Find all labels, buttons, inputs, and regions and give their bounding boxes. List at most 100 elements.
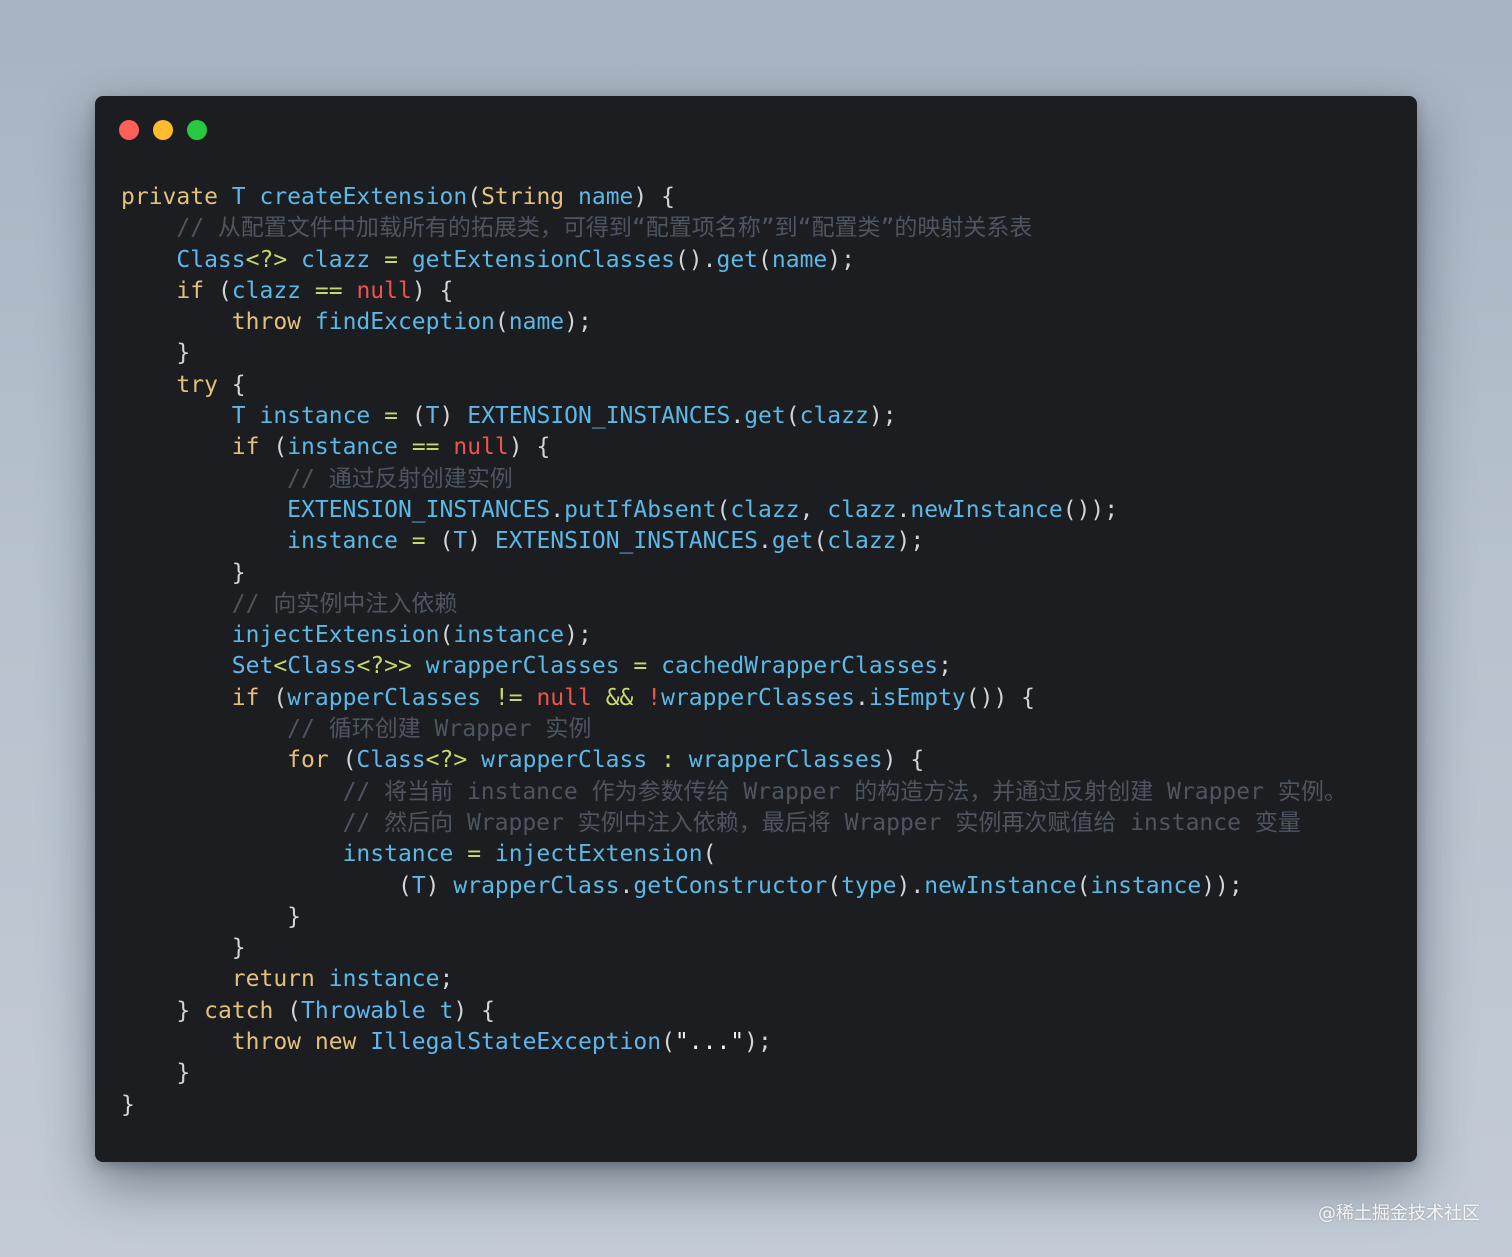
code-token-ident: findException bbox=[314, 309, 495, 336]
code-token-ident: instance bbox=[342, 841, 468, 868]
code-token-null: null bbox=[536, 684, 606, 711]
code-token-punct: ; bbox=[938, 653, 952, 680]
code-token-op: <?> bbox=[245, 246, 302, 273]
code-line: throw new IllegalStateException("..."); bbox=[121, 1027, 1347, 1058]
code-token-punct: ) { bbox=[633, 184, 675, 210]
code-token-comment: // 通过反射创建实例 bbox=[287, 465, 513, 492]
code-token-null: ! bbox=[647, 684, 662, 711]
code-token-type: Throwable bbox=[301, 997, 440, 1024]
code-token-punct: ) { bbox=[508, 434, 551, 461]
code-token-op: = bbox=[467, 841, 495, 868]
code-token-punct: . bbox=[730, 403, 745, 430]
code-token-ident: get bbox=[771, 528, 814, 555]
code-token-op: = bbox=[384, 403, 412, 430]
code-line: if (instance == null) { bbox=[121, 432, 1347, 463]
code-line: // 将当前 instance 作为参数传给 Wrapper 的构造方法，并通过… bbox=[121, 777, 1347, 808]
code-token-ident: cachedWrapperClasses bbox=[661, 653, 939, 680]
code-token-punct: ) bbox=[439, 403, 468, 430]
code-line: injectExtension(instance); bbox=[121, 620, 1347, 651]
code-token-punct: ) { bbox=[453, 997, 495, 1024]
code-token-punct: ( bbox=[661, 1029, 675, 1056]
code-token-punct: } bbox=[231, 935, 246, 962]
code-token-type: T bbox=[231, 403, 260, 430]
code-token-punct: ( bbox=[813, 528, 828, 555]
code-token-ident: clazz bbox=[827, 528, 897, 555]
minimize-dot-icon[interactable] bbox=[153, 120, 173, 140]
code-token-op: <?>> bbox=[356, 653, 426, 680]
window-controls bbox=[119, 120, 207, 140]
code-token-type: T bbox=[453, 528, 468, 555]
code-token-op: = bbox=[633, 653, 662, 680]
code-token-type: T bbox=[231, 184, 260, 210]
code-token-punct: ( bbox=[342, 747, 357, 774]
code-token-punct: ( bbox=[273, 684, 288, 711]
code-token-ident: EXTENSION_INSTANCES bbox=[287, 496, 551, 523]
code-token-comment: // 向实例中注入依赖 bbox=[231, 590, 458, 617]
code-token-op: < bbox=[273, 653, 288, 680]
code-token-ident: name bbox=[578, 184, 634, 210]
code-token-punct: } bbox=[231, 559, 246, 586]
code-token-ident: EXTENSION_INSTANCES bbox=[467, 403, 731, 430]
code-line: // 向实例中注入依赖 bbox=[121, 589, 1347, 620]
code-token-punct: ( bbox=[273, 434, 288, 461]
code-token-keyword: if bbox=[176, 277, 218, 304]
code-token-punct: . bbox=[758, 528, 772, 555]
code-token-ident: instance bbox=[1090, 872, 1202, 899]
code-token-punct: ( bbox=[217, 277, 232, 304]
code-token-punct: { bbox=[231, 371, 246, 398]
code-token-type: T bbox=[425, 403, 440, 430]
code-token-punct: ) { bbox=[882, 747, 925, 774]
code-token-punct: ; bbox=[439, 966, 454, 993]
code-line: } bbox=[121, 933, 1347, 964]
code-token-ident: instance bbox=[287, 528, 412, 555]
code-line: EXTENSION_INSTANCES.putIfAbsent(clazz, c… bbox=[121, 495, 1347, 526]
code-token-ident: type bbox=[841, 872, 897, 899]
code-token-type: Class bbox=[176, 246, 246, 273]
code-line: } bbox=[121, 338, 1347, 369]
code-token-type: IllegalStateException bbox=[370, 1029, 662, 1056]
code-token-keyword: private bbox=[121, 184, 232, 210]
code-token-punct: ). bbox=[896, 872, 925, 899]
code-line: return instance; bbox=[121, 964, 1347, 995]
code-token-punct: ( bbox=[494, 309, 509, 336]
code-token-punct: ( bbox=[1076, 872, 1091, 899]
code-token-punct: ); bbox=[564, 622, 592, 649]
code-token-ident: get bbox=[744, 403, 786, 430]
code-token-ident: wrapperClasses bbox=[688, 747, 883, 774]
code-token-ident: getConstructor bbox=[633, 872, 828, 899]
code-line: // 从配置文件中加载所有的拓展类，可得到“配置项名称”到“配置类”的映射关系表 bbox=[121, 213, 1347, 244]
close-dot-icon[interactable] bbox=[119, 120, 139, 140]
code-token-punct: ) bbox=[425, 872, 454, 899]
code-line: throw findException(name); bbox=[121, 307, 1347, 338]
code-token-punct: )); bbox=[1201, 872, 1243, 899]
code-line: } catch (Throwable t) { bbox=[121, 996, 1347, 1027]
code-token-type: Set bbox=[231, 653, 274, 680]
code-token-punct: ( bbox=[439, 622, 454, 649]
code-token-punct: . bbox=[896, 496, 911, 523]
code-line: } bbox=[121, 902, 1347, 933]
code-line: if (wrapperClasses != null && !wrapperCl… bbox=[121, 683, 1347, 714]
code-token-ident: wrapperClasses bbox=[287, 684, 495, 711]
code-token-ident: instance bbox=[453, 622, 565, 649]
maximize-dot-icon[interactable] bbox=[187, 120, 207, 140]
code-token-ident: clazz bbox=[730, 496, 800, 523]
code-line: // 通过反射创建实例 bbox=[121, 464, 1347, 495]
code-token-ident: clazz bbox=[827, 496, 897, 523]
code-token-keyword: if bbox=[231, 684, 274, 711]
code-line: instance = (T) EXTENSION_INSTANCES.get(c… bbox=[121, 526, 1347, 557]
code-token-comment: // 将当前 instance 作为参数传给 Wrapper 的构造方法，并通过… bbox=[342, 778, 1347, 805]
code-token-ident: name bbox=[508, 309, 565, 336]
